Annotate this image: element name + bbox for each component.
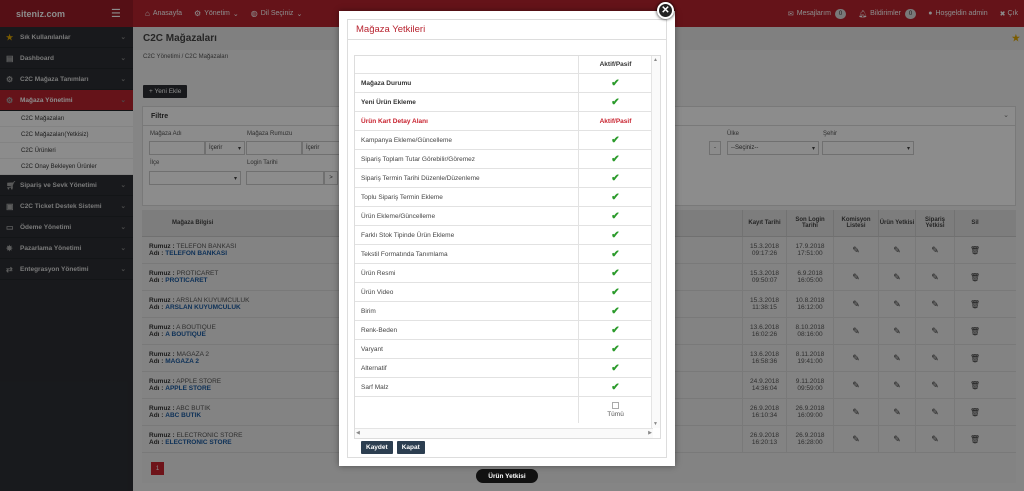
permission-value[interactable]: Aktif/Pasif	[600, 118, 632, 125]
permission-label: Sarf Malz	[355, 378, 579, 396]
permission-toggle-cell[interactable]: ✔	[579, 264, 653, 282]
permission-row: Alternatif ✔	[355, 359, 660, 378]
check-icon[interactable]: ✔	[611, 192, 619, 203]
permission-toggle-cell[interactable]: ✔	[579, 359, 653, 377]
permission-label: Farklı Stok Tipinde Ürün Ekleme	[355, 226, 579, 244]
check-icon[interactable]: ✔	[611, 78, 619, 89]
modal-backdrop-side	[0, 27, 133, 491]
select-all-cell: Tümü	[579, 397, 653, 423]
save-button[interactable]: Kaydet	[361, 441, 393, 454]
modal-title: Mağaza Yetkileri	[348, 20, 666, 40]
permission-label: Kampanya Ekleme/Güncelleme	[355, 131, 579, 149]
permission-row: Ürün Ekleme/Güncelleme ✔	[355, 207, 660, 226]
permission-label: Ürün Resmi	[355, 264, 579, 282]
scroll-right-icon: ▶	[648, 430, 652, 436]
check-icon[interactable]: ✔	[611, 287, 619, 298]
permission-label: Sipariş Toplam Tutar Görebilir/Göremez	[355, 150, 579, 168]
permission-row: Birim ✔	[355, 302, 660, 321]
permission-toggle-cell[interactable]: ✔	[579, 169, 653, 187]
permission-toggle-cell[interactable]: ✔	[579, 302, 653, 320]
permission-row: Sipariş Termin Tarihi Düzenle/Düzenleme ✔	[355, 169, 660, 188]
permission-label: Sipariş Termin Tarihi Düzenle/Düzenleme	[355, 169, 579, 187]
permission-toggle-cell[interactable]: ✔	[579, 321, 653, 339]
permission-label: Birim	[355, 302, 579, 320]
permissions-header-label	[355, 56, 579, 73]
permission-toggle-cell[interactable]: ✔	[579, 74, 653, 92]
product-permission-button[interactable]: Ürün Yetkisi	[476, 469, 538, 483]
scroll-left-icon: ◀	[356, 430, 360, 436]
permissions-header-active: Aktif/Pasif	[579, 56, 653, 73]
permission-label: Ürün Ekleme/Güncelleme	[355, 207, 579, 225]
permissions-table-header: Aktif/Pasif	[355, 56, 660, 74]
permission-label: Tekstil Formatında Tanımlama	[355, 245, 579, 263]
permission-label: Ürün Video	[355, 283, 579, 301]
check-icon[interactable]: ✔	[611, 382, 619, 393]
check-icon[interactable]: ✔	[611, 325, 619, 336]
permission-toggle-cell[interactable]: ✔	[579, 150, 653, 168]
permission-label: Mağaza Durumu	[355, 74, 579, 92]
check-icon[interactable]: ✔	[611, 135, 619, 146]
permission-row: Sarf Malz ✔	[355, 378, 660, 397]
check-icon[interactable]: ✔	[611, 211, 619, 222]
check-icon[interactable]: ✔	[611, 173, 619, 184]
permission-toggle-cell[interactable]: ✔	[579, 131, 653, 149]
select-all-checkbox[interactable]	[612, 402, 619, 409]
permission-row: Ürün Kart Detay Alanı Aktif/Pasif	[355, 112, 660, 131]
permission-toggle-cell[interactable]: ✔	[579, 340, 653, 358]
permission-toggle-cell[interactable]: ✔	[579, 378, 653, 396]
permission-label: Varyant	[355, 340, 579, 358]
permission-row: Toplu Sipariş Termin Ekleme ✔	[355, 188, 660, 207]
scroll-down-icon: ▼	[653, 421, 658, 427]
permission-row: Farklı Stok Tipinde Ürün Ekleme ✔	[355, 226, 660, 245]
horizontal-scrollbar[interactable]: ◀ ▶	[355, 428, 653, 438]
check-icon[interactable]: ✔	[611, 363, 619, 374]
permission-row: Ürün Resmi ✔	[355, 264, 660, 283]
permission-row: Kampanya Ekleme/Güncelleme ✔	[355, 131, 660, 150]
check-icon[interactable]: ✔	[611, 154, 619, 165]
permission-label: Ürün Kart Detay Alanı	[355, 112, 579, 130]
check-icon[interactable]: ✔	[611, 306, 619, 317]
check-icon[interactable]: ✔	[611, 97, 619, 108]
permission-row: Sipariş Toplam Tutar Görebilir/Göremez ✔	[355, 150, 660, 169]
check-icon[interactable]: ✔	[611, 268, 619, 279]
permission-toggle-cell[interactable]: ✔	[579, 245, 653, 263]
permission-row: Renk-Beden ✔	[355, 321, 660, 340]
permission-row: Mağaza Durumu ✔	[355, 74, 660, 93]
scroll-up-icon: ▲	[653, 57, 658, 63]
permissions-rows: Mağaza Durumu ✔ Yeni Ürün Ekleme ✔ Ürün Kart…	[355, 74, 660, 397]
permission-toggle-cell[interactable]: ✔	[579, 207, 653, 225]
select-all-spacer	[355, 397, 579, 423]
select-all-row: Tümü	[355, 397, 660, 423]
permission-toggle-cell[interactable]: ✔	[579, 188, 653, 206]
modal-close-icon[interactable]: ✕	[657, 2, 674, 19]
permission-label: Alternatif	[355, 359, 579, 377]
check-icon[interactable]: ✔	[611, 344, 619, 355]
permissions-modal: Mağaza Yetkileri Aktif/Pasif Mağaza Duru…	[339, 11, 675, 466]
select-all-label: Tümü	[607, 411, 624, 418]
permission-row: Yeni Ürün Ekleme ✔	[355, 93, 660, 112]
check-icon[interactable]: ✔	[611, 249, 619, 260]
close-button[interactable]: Kapat	[396, 441, 425, 454]
permissions-table: Aktif/Pasif Mağaza Durumu ✔ Yeni Ürün Ekle…	[354, 55, 661, 439]
permission-label: Renk-Beden	[355, 321, 579, 339]
vertical-scrollbar[interactable]: ▲ ▼	[651, 56, 660, 428]
permission-row: Varyant ✔	[355, 340, 660, 359]
permission-row: Tekstil Formatında Tanımlama ✔	[355, 245, 660, 264]
permission-toggle-cell[interactable]: Aktif/Pasif	[579, 112, 653, 130]
permission-toggle-cell[interactable]: ✔	[579, 226, 653, 244]
modal-inner: Mağaza Yetkileri Aktif/Pasif Mağaza Duru…	[347, 19, 667, 458]
permission-toggle-cell[interactable]: ✔	[579, 93, 653, 111]
check-icon[interactable]: ✔	[611, 230, 619, 241]
permission-toggle-cell[interactable]: ✔	[579, 283, 653, 301]
permission-label: Toplu Sipariş Termin Ekleme	[355, 188, 579, 206]
modal-buttons: Kaydet Kapat	[361, 441, 429, 454]
permission-row: Ürün Video ✔	[355, 283, 660, 302]
permission-label: Yeni Ürün Ekleme	[355, 93, 579, 111]
